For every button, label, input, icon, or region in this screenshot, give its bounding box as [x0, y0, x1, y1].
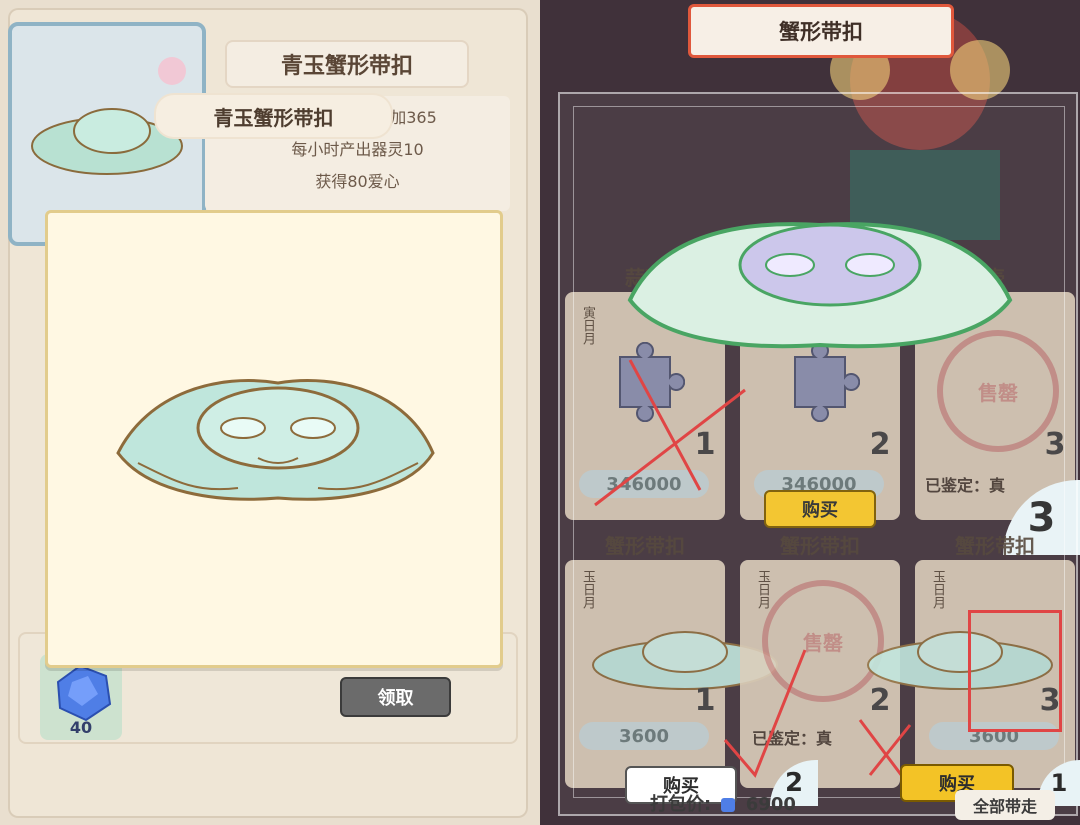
gem-icon [721, 798, 736, 812]
jade-crab-icon [116, 379, 435, 501]
buy-all-button[interactable]: 全部带走 [955, 790, 1055, 820]
pack-price-value: 6900 [745, 794, 796, 815]
claim-button[interactable]: 领取 [340, 677, 451, 717]
shop-header-title: 蟹形带扣 [779, 20, 863, 44]
pack-price-label: 打包价: [650, 794, 712, 815]
popup-title-ribbon: 青玉蟹形带扣 [156, 95, 391, 137]
popup-title: 青玉蟹形带扣 [213, 105, 334, 130]
pack-price: 打包价: 6900 [650, 790, 830, 820]
description-line-3: 获得80爱心 [315, 172, 400, 191]
item-title-ribbon: 青玉蟹形带扣 [225, 40, 469, 88]
item-title: 青玉蟹形带扣 [280, 54, 413, 79]
gem-count: 40 [69, 718, 93, 737]
description-line-2: 每小时产出器灵10 [291, 140, 424, 159]
shop-header: 蟹形带扣 [688, 4, 954, 58]
item-image-popup [45, 210, 503, 668]
highlight-box [968, 610, 1062, 732]
